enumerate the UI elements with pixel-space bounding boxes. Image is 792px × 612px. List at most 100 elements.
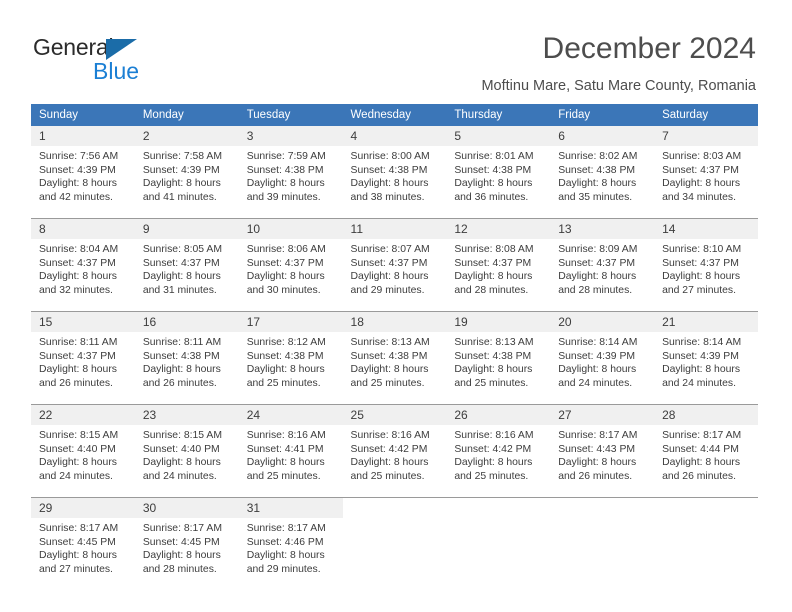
day-cell[interactable]: 2 Sunrise: 7:58 AM Sunset: 4:39 PM Daylight… <box>134 126 239 219</box>
day-cell[interactable]: 9 Sunrise: 8:05 AM Sunset: 4:37 PM Daylight… <box>134 218 239 312</box>
daylight-text-line2: and 25 minutes. <box>246 470 321 482</box>
daylight-text-line2: and 25 minutes. <box>246 377 321 389</box>
sunset-text: Sunset: 4:38 PM <box>350 350 428 362</box>
day-info: Sunrise: 8:06 AM Sunset: 4:37 PM Daylight:… <box>239 239 343 311</box>
sunset-text: Sunset: 4:38 PM <box>246 164 324 176</box>
daylight-text-line2: and 42 minutes. <box>39 191 113 203</box>
sunrise-text: Sunrise: 7:56 AM <box>39 151 119 162</box>
day-number: 3 <box>238 126 343 146</box>
day-cell[interactable]: 28 Sunrise: 8:17 AM Sunset: 4:44 PM Dayligh… <box>654 404 758 498</box>
sunrise-text: Sunrise: 8:02 AM <box>558 151 638 162</box>
day-cell[interactable]: 31 Sunrise: 8:17 AM Sunset: 4:46 PM Dayligh… <box>238 497 343 590</box>
sunrise-text: Sunrise: 8:17 AM <box>246 523 326 534</box>
day-cell[interactable]: 23 Sunrise: 8:15 AM Sunset: 4:40 PM Dayligh… <box>134 404 239 498</box>
sunrise-text: Sunrise: 7:58 AM <box>142 151 222 162</box>
sunrise-text: Sunrise: 8:07 AM <box>350 244 430 255</box>
general-blue-logo[interactable]: General Blue <box>33 34 273 90</box>
sunset-text: Sunset: 4:42 PM <box>350 443 428 455</box>
day-info: Sunrise: 8:07 AM Sunset: 4:37 PM Daylight:… <box>343 239 447 311</box>
day-cell[interactable]: 20 Sunrise: 8:14 AM Sunset: 4:39 PM Dayligh… <box>550 311 655 405</box>
daylight-text-line2: and 34 minutes. <box>662 191 736 203</box>
day-cell[interactable]: 17 Sunrise: 8:12 AM Sunset: 4:38 PM Dayligh… <box>238 311 343 405</box>
daylight-text-line1: Daylight: 8 hours <box>142 364 221 376</box>
sunset-text: Sunset: 4:38 PM <box>350 164 428 176</box>
daylight-text-line1: Daylight: 8 hours <box>39 457 117 469</box>
day-cell[interactable]: 18 Sunrise: 8:13 AM Sunset: 4:38 PM Dayligh… <box>342 311 447 405</box>
day-info: Sunrise: 8:16 AM Sunset: 4:41 PM Daylight:… <box>239 425 343 497</box>
day-cell[interactable]: 27 Sunrise: 8:17 AM Sunset: 4:43 PM Dayligh… <box>550 404 655 498</box>
day-cell[interactable]: 21 Sunrise: 8:14 AM Sunset: 4:39 PM Dayligh… <box>654 311 758 405</box>
daylight-text-line1: Daylight: 8 hours <box>142 457 221 469</box>
daylight-text-line2: and 31 minutes. <box>142 284 217 296</box>
day-cell[interactable]: 1 Sunrise: 7:56 AM Sunset: 4:39 PM Daylight… <box>31 126 135 219</box>
day-cell[interactable]: 13 Sunrise: 8:09 AM Sunset: 4:37 PM Dayligh… <box>550 218 655 312</box>
day-number: 31 <box>238 498 343 518</box>
day-number: 25 <box>342 405 447 425</box>
sunrise-text: Sunrise: 8:11 AM <box>39 337 118 348</box>
weekday-header-row: Sunday Monday Tuesday Wednesday Thursday… <box>31 104 758 126</box>
daylight-text-line1: Daylight: 8 hours <box>350 364 429 376</box>
day-cell[interactable]: 16 Sunrise: 8:11 AM Sunset: 4:38 PM Dayligh… <box>134 311 239 405</box>
day-number <box>654 498 758 518</box>
daylight-text-line2: and 25 minutes. <box>350 470 425 482</box>
sunset-text: Sunset: 4:45 PM <box>39 536 116 548</box>
day-cell[interactable]: 15 Sunrise: 8:11 AM Sunset: 4:37 PM Dayligh… <box>31 311 135 405</box>
weekday-header-tuesday: Tuesday <box>238 104 343 126</box>
day-cell[interactable]: 30 Sunrise: 8:17 AM Sunset: 4:45 PM Dayligh… <box>134 497 239 590</box>
day-cell[interactable]: 12 Sunrise: 8:08 AM Sunset: 4:37 PM Dayligh… <box>446 218 551 312</box>
day-number: 30 <box>134 498 239 518</box>
daylight-text-line1: Daylight: 8 hours <box>39 178 117 190</box>
day-number: 12 <box>446 219 551 239</box>
day-number: 11 <box>342 219 447 239</box>
daylight-text-line2: and 30 minutes. <box>246 284 321 296</box>
sunrise-text: Sunrise: 8:17 AM <box>142 523 222 534</box>
daylight-text-line2: and 26 minutes. <box>558 470 633 482</box>
day-cell[interactable]: 6 Sunrise: 8:02 AM Sunset: 4:38 PM Daylight… <box>550 126 655 219</box>
day-cell[interactable]: 25 Sunrise: 8:16 AM Sunset: 4:42 PM Dayligh… <box>342 404 447 498</box>
day-number: 14 <box>654 219 758 239</box>
weekday-header-saturday: Saturday <box>654 104 758 126</box>
day-cell[interactable]: 11 Sunrise: 8:07 AM Sunset: 4:37 PM Dayligh… <box>342 218 447 312</box>
day-cell[interactable]: 4 Sunrise: 8:00 AM Sunset: 4:38 PM Daylight… <box>342 126 447 219</box>
sunset-text: Sunset: 4:37 PM <box>39 350 116 362</box>
daylight-text-line1: Daylight: 8 hours <box>662 364 741 376</box>
sunset-text: Sunset: 4:37 PM <box>662 257 739 269</box>
sunrise-text: Sunrise: 8:05 AM <box>142 244 222 255</box>
day-cell[interactable]: 10 Sunrise: 8:06 AM Sunset: 4:37 PM Dayligh… <box>238 218 343 312</box>
day-cell[interactable]: 14 Sunrise: 8:10 AM Sunset: 4:37 PM Dayligh… <box>654 218 758 312</box>
day-cell[interactable]: 7 Sunrise: 8:03 AM Sunset: 4:37 PM Daylight… <box>654 126 758 219</box>
day-number: 29 <box>31 498 135 518</box>
daylight-text-line1: Daylight: 8 hours <box>39 550 117 562</box>
day-cell[interactable]: 19 Sunrise: 8:13 AM Sunset: 4:38 PM Dayligh… <box>446 311 551 405</box>
day-number: 19 <box>446 312 551 332</box>
sunset-text: Sunset: 4:39 PM <box>558 350 636 362</box>
day-number: 1 <box>31 126 135 146</box>
daylight-text-line2: and 24 minutes. <box>558 377 633 389</box>
daylight-text-line2: and 38 minutes. <box>350 191 425 203</box>
day-info: Sunrise: 8:14 AM Sunset: 4:39 PM Daylight:… <box>654 332 758 404</box>
day-cell[interactable]: 8 Sunrise: 8:04 AM Sunset: 4:37 PM Daylight… <box>31 218 135 312</box>
daylight-text-line1: Daylight: 8 hours <box>39 271 117 283</box>
day-cell[interactable]: 26 Sunrise: 8:16 AM Sunset: 4:42 PM Dayligh… <box>446 404 551 498</box>
sunset-text: Sunset: 4:42 PM <box>454 443 532 455</box>
day-info: Sunrise: 8:14 AM Sunset: 4:39 PM Daylight:… <box>550 332 654 404</box>
day-cell[interactable]: 5 Sunrise: 8:01 AM Sunset: 4:38 PM Daylight… <box>446 126 551 219</box>
day-info: Sunrise: 8:12 AM Sunset: 4:38 PM Daylight:… <box>239 332 343 404</box>
day-info <box>446 518 550 590</box>
sunrise-text: Sunrise: 8:15 AM <box>142 430 222 441</box>
sunrise-text: Sunrise: 8:10 AM <box>662 244 742 255</box>
daylight-text-line1: Daylight: 8 hours <box>246 550 325 562</box>
day-cell[interactable]: 24 Sunrise: 8:16 AM Sunset: 4:41 PM Dayligh… <box>238 404 343 498</box>
daylight-text-line2: and 24 minutes. <box>142 470 217 482</box>
daylight-text-line1: Daylight: 8 hours <box>662 457 741 469</box>
day-number: 5 <box>446 126 551 146</box>
day-cell[interactable]: 3 Sunrise: 7:59 AM Sunset: 4:38 PM Daylight… <box>238 126 343 219</box>
sunrise-text: Sunrise: 8:17 AM <box>662 430 742 441</box>
daylight-text-line1: Daylight: 8 hours <box>142 178 221 190</box>
day-cell[interactable]: 29 Sunrise: 8:17 AM Sunset: 4:45 PM Dayligh… <box>31 497 135 590</box>
daylight-text-line1: Daylight: 8 hours <box>558 364 637 376</box>
day-cell[interactable]: 22 Sunrise: 8:15 AM Sunset: 4:40 PM Dayligh… <box>31 404 135 498</box>
day-info: Sunrise: 8:00 AM Sunset: 4:38 PM Daylight:… <box>343 146 447 218</box>
sunrise-text: Sunrise: 8:16 AM <box>454 430 534 441</box>
daylight-text-line2: and 27 minutes. <box>662 284 736 296</box>
